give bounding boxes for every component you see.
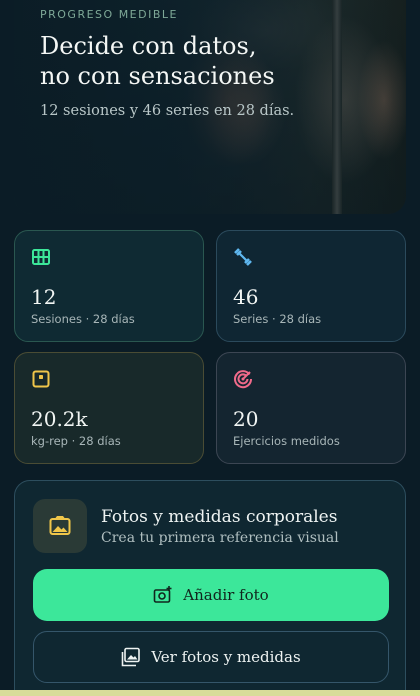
stat-card-sessions[interactable]: 12 Sesiones · 28 días [14,230,204,342]
hero-subline: 12 sesiones y 46 series en 28 días. [40,103,295,119]
grid-icon [32,249,50,265]
hero-banner: PROGRESO MEDIBLE Decide con datos, no co… [14,0,406,214]
stat-card-volume[interactable]: 20.2k kg-rep · 28 días [14,352,204,464]
add-photo-label: Añadir foto [183,586,269,604]
stat-label: kg-rep · 28 días [31,434,121,448]
stat-label: Sesiones · 28 días [31,312,135,326]
stat-label: Series · 28 días [233,312,322,326]
stat-value: 12 [31,285,57,309]
photos-measurements-panel: Fotos y medidas corporales Crea tu prime… [14,480,406,696]
hero-headline-line1: Decide con datos, [40,32,257,60]
gallery-icon [122,647,141,667]
photo-thumbnail [33,499,87,553]
hero-eyebrow: PROGRESO MEDIBLE [40,8,178,21]
stat-card-exercises[interactable]: 20 Ejercicios medidos [216,352,406,464]
bottom-edge-bar [0,690,420,696]
hero-headline: Decide con datos, no con sensaciones [40,31,340,91]
dumbbell-icon [234,248,252,266]
panel-title: Fotos y medidas corporales [101,507,338,527]
target-icon [234,370,253,389]
stat-value: 46 [233,285,259,309]
add-photo-button[interactable]: Añadir foto [33,569,389,621]
stat-label: Ejercicios medidos [233,434,340,448]
panel-subtitle: Crea tu primera referencia visual [101,530,339,546]
add-photo-icon [153,586,172,603]
view-photos-button[interactable]: Ver fotos y medidas [33,631,389,683]
scale-icon [32,370,50,388]
hero-headline-line2: no con sensaciones [40,62,275,90]
view-photos-label: Ver fotos y medidas [151,648,301,666]
stat-card-series[interactable]: 46 Series · 28 días [216,230,406,342]
photo-icon [49,516,71,535]
stat-value: 20 [233,407,259,431]
stat-value: 20.2k [31,407,88,431]
hero-text: PROGRESO MEDIBLE Decide con datos, no co… [40,8,340,119]
